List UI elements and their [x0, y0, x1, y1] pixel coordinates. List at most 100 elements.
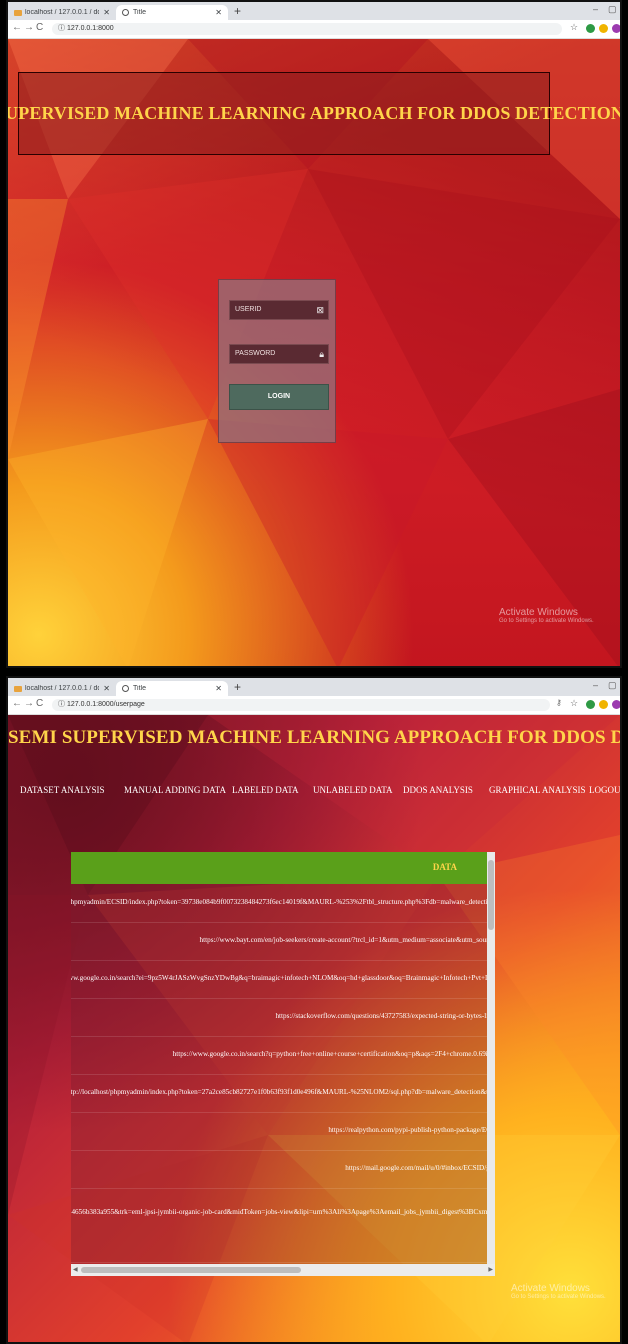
scrollbar-thumb[interactable]: [488, 860, 494, 930]
browser-tab-title[interactable]: Title ✕: [116, 5, 228, 20]
url-text: 127.0.0.1:8000: [66, 25, 114, 32]
extension-icon[interactable]: [599, 24, 608, 33]
browser-tab-phpmyadmin[interactable]: localhost / 127.0.0.1 / ddos_attck ✕: [8, 5, 116, 20]
new-tab-icon[interactable]: +: [234, 4, 241, 18]
table-cell: https://www.google.co.in/search?q=python…: [172, 1050, 495, 1058]
nav-graphical-analysis[interactable]: GRAPHICAL ANALYSIS: [489, 785, 586, 795]
watermark-line2: Go to Settings to activate Windows.: [499, 618, 594, 624]
close-icon[interactable]: ✕: [215, 684, 222, 693]
table-header: DATA: [71, 852, 495, 884]
watermark-line2: Go to Settings to activate Windows.: [511, 1294, 606, 1300]
userid-placeholder: USERID: [235, 306, 262, 313]
tab-title: Title: [133, 9, 146, 16]
login-button[interactable]: LOGIN: [229, 384, 329, 410]
maximize-icon[interactable]: ▢: [608, 680, 617, 691]
tab-title: localhost / 127.0.0.1 / ddos_attck: [25, 685, 99, 692]
watermark-line1: Activate Windows: [499, 607, 578, 618]
url-text: 127.0.0.1:8000/userpage: [66, 701, 145, 708]
minimize-icon[interactable]: –: [593, 680, 598, 690]
tab-title: localhost / 127.0.0.1 / ddos_attck: [25, 9, 99, 16]
table-row: http://localhost/phpmyadmin/index.php?to…: [71, 1074, 495, 1113]
watermark-line1: Activate Windows: [511, 1283, 590, 1294]
extension-icon[interactable]: [586, 700, 595, 709]
password-input[interactable]: PASSWORD 🔒︎: [229, 344, 329, 364]
table-cell: http://localhost/phpmyadmin/index.php?to…: [71, 1088, 495, 1096]
user-card-icon: ⊠: [316, 305, 324, 315]
scrollbar-thumb[interactable]: [81, 1267, 301, 1273]
activate-windows-watermark: Activate Windows Go to Settings to activ…: [511, 1283, 606, 1300]
table-row: https://stackoverflow.com/questions/4372…: [71, 998, 495, 1037]
userpage-screenshot: localhost / 127.0.0.1 / ddos_attck ✕ Tit…: [6, 676, 622, 1344]
table-cell: https://realpython.com/pypi-publish-pyth…: [328, 1126, 495, 1134]
profile-avatar-icon[interactable]: [612, 24, 620, 33]
nav-dataset-analysis[interactable]: DATASET ANALYSIS: [20, 785, 104, 795]
tab-title: Title: [133, 685, 146, 692]
browser-tab-phpmyadmin[interactable]: localhost / 127.0.0.1 / ddos_attck ✕: [8, 681, 116, 696]
scroll-left-icon[interactable]: ◀: [73, 1266, 78, 1273]
table-cell: https://www.bayt.com/en/job-seekers/crea…: [199, 936, 495, 944]
back-icon[interactable]: ←: [12, 22, 22, 33]
browser-toolbar: ← → C ⓘ 127.0.0.1:8000/userpage ⚷ ☆: [8, 696, 620, 715]
horizontal-scrollbar[interactable]: ◀ ▶: [71, 1264, 495, 1276]
login-screenshot: localhost / 127.0.0.1 / ddos_attck ✕ Tit…: [6, 0, 622, 668]
maximize-icon[interactable]: ▢: [608, 4, 617, 15]
back-icon[interactable]: ←: [12, 698, 22, 709]
browser-tab-strip: localhost / 127.0.0.1 / ddos_attck ✕ Tit…: [8, 678, 620, 696]
browser-tab-title[interactable]: Title ✕: [116, 681, 228, 696]
phpmyadmin-favicon-icon: [14, 685, 22, 692]
main-nav: DATASET ANALYSIS MANUAL ADDING DATA LABE…: [8, 785, 620, 803]
scroll-right-icon[interactable]: ▶: [488, 1266, 493, 1273]
forward-icon[interactable]: →: [24, 698, 34, 709]
table-cell: https://stackoverflow.com/questions/4372…: [275, 1012, 495, 1020]
page-title-banner: SEMI SUPERVISED MACHINE LEARNING APPROAC…: [8, 72, 620, 155]
close-icon[interactable]: ✕: [103, 8, 110, 17]
nav-ddos-analysis[interactable]: DDOS ANALYSIS: [403, 785, 473, 795]
vertical-scrollbar[interactable]: [487, 852, 495, 1264]
globe-favicon-icon: [122, 685, 129, 692]
browser-tab-strip: localhost / 127.0.0.1 / ddos_attck ✕ Tit…: [8, 2, 620, 20]
page-title-banner: SEMI SUPERVISED MACHINE LEARNING APPROAC…: [8, 727, 620, 749]
table-row: https://realpython.com/pypi-publish-pyth…: [71, 1112, 495, 1151]
data-table[interactable]: DATA http://localhost/phpmyadmin/ECSID/i…: [71, 852, 495, 1276]
table-body: http://localhost/phpmyadmin/ECSID/index.…: [71, 884, 495, 1264]
extension-icon[interactable]: [586, 24, 595, 33]
table-row: http://localhost/phpmyadmin/ECSID/index.…: [71, 884, 495, 923]
lock-icon: 🔒︎: [319, 349, 324, 359]
close-icon[interactable]: ✕: [103, 684, 110, 693]
column-header-data: DATA: [432, 862, 457, 872]
login-form: USERID ⊠ PASSWORD 🔒︎ LOGIN: [218, 279, 336, 443]
extension-icon[interactable]: [599, 700, 608, 709]
table-cell: http://localhost/phpmyadmin/ECSID/index.…: [71, 898, 495, 906]
userid-input[interactable]: USERID ⊠: [229, 300, 329, 320]
table-row: https://www.linkedin.com/jobs/view/92785…: [71, 1188, 495, 1263]
user-page: SEMI SUPERVISED MACHINE LEARNING APPROAC…: [8, 715, 620, 1342]
reload-icon[interactable]: C: [36, 698, 43, 709]
new-tab-icon[interactable]: +: [234, 680, 241, 694]
nav-logout[interactable]: LOGOUT: [589, 785, 620, 795]
reload-icon[interactable]: C: [36, 22, 43, 33]
table-cell: https://www.linkedin.com/jobs/view/92785…: [71, 1208, 495, 1216]
table-row: https://www.bayt.com/en/job-seekers/crea…: [71, 922, 495, 961]
browser-toolbar: ← → C ⓘ 127.0.0.1:8000 ☆: [8, 20, 620, 39]
table-cell: https://www.google.co.in/search?ei=9pz5W…: [71, 974, 495, 982]
profile-avatar-icon[interactable]: [612, 700, 620, 709]
address-bar[interactable]: ⓘ 127.0.0.1:8000: [52, 23, 562, 35]
password-placeholder: PASSWORD: [235, 350, 276, 357]
bookmark-star-icon[interactable]: ☆: [570, 698, 578, 709]
activate-windows-watermark: Activate Windows Go to Settings to activ…: [499, 607, 594, 624]
nav-labeled-data[interactable]: LABELED DATA: [232, 785, 299, 795]
table-row: https://www.google.co.in/search?q=python…: [71, 1036, 495, 1075]
globe-favicon-icon: [122, 9, 129, 16]
table-row: https://mail.google.com/mail/u/0/#inbox/…: [71, 1150, 495, 1189]
nav-manual-adding-data[interactable]: MANUAL ADDING DATA: [124, 785, 226, 795]
phpmyadmin-favicon-icon: [14, 9, 22, 16]
forward-icon[interactable]: →: [24, 22, 34, 33]
bookmark-star-icon[interactable]: ☆: [570, 22, 578, 33]
table-row: https://www.google.co.in/search?ei=9pz5W…: [71, 960, 495, 999]
minimize-icon[interactable]: –: [593, 4, 598, 14]
nav-unlabeled-data[interactable]: UNLABELED DATA: [313, 785, 393, 795]
login-page: SEMI SUPERVISED MACHINE LEARNING APPROAC…: [8, 39, 620, 666]
key-icon[interactable]: ⚷: [556, 698, 562, 707]
close-icon[interactable]: ✕: [215, 8, 222, 17]
address-bar[interactable]: ⓘ 127.0.0.1:8000/userpage: [52, 699, 550, 711]
